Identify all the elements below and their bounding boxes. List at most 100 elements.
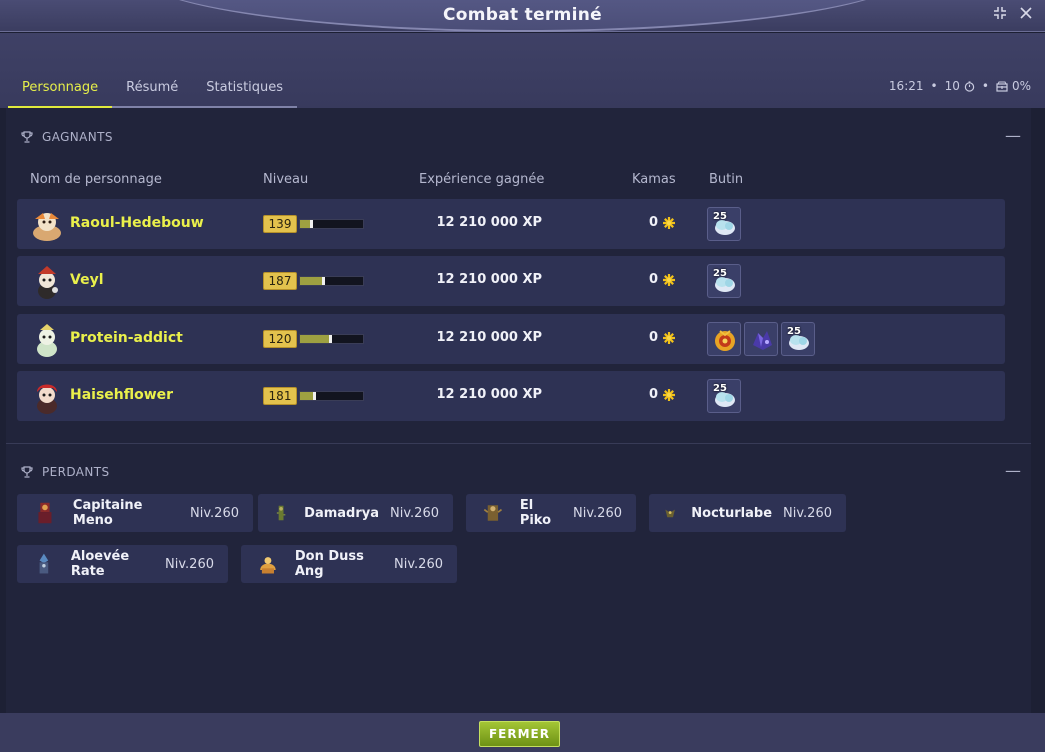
monster-level: Niv.260 <box>390 505 439 521</box>
xp-gained: 12 210 000 XP <box>436 272 543 287</box>
loot-list: 25 <box>707 264 741 298</box>
column-header-loot: Butin <box>709 172 744 187</box>
loser-card[interactable]: Capitaine Meno Niv.260 <box>17 494 253 532</box>
tab-bar: Personnage Résumé Statistiques <box>8 73 298 108</box>
monster-avatar-icon <box>483 505 503 521</box>
level-badge: 139 <box>263 215 297 233</box>
loot-item[interactable]: 25 <box>707 379 741 413</box>
winner-row[interactable]: Haisehflower 181 12 210 000 XP 0 25 <box>17 371 1005 421</box>
monster-name: Nocturlabe <box>691 505 773 521</box>
title-bar: Combat terminé <box>0 0 1045 32</box>
fight-status: 16:21 • 10 • 0% <box>889 79 1031 93</box>
monster-level: Niv.260 <box>190 505 239 521</box>
winner-row[interactable]: Veyl 187 12 210 000 XP 0 25 <box>17 256 1005 306</box>
loot-item[interactable]: 25 <box>781 322 815 356</box>
loser-card[interactable]: Nocturlabe Niv.260 <box>649 494 846 532</box>
kama-icon <box>663 331 676 344</box>
monster-level: Niv.260 <box>783 505 832 521</box>
monster-name: Don Duss Ang <box>294 549 364 579</box>
loot-list: 25 <box>707 322 815 356</box>
loot-quantity: 25 <box>713 268 727 279</box>
level-badge: 187 <box>263 272 297 290</box>
character-avatar-icon <box>37 384 57 414</box>
monster-avatar-icon <box>665 509 675 518</box>
collapse-winners-button[interactable]: — <box>1005 126 1021 145</box>
xp-progress-fill <box>300 220 313 228</box>
column-header-level: Niveau <box>263 172 309 187</box>
monster-avatar-icon <box>38 502 52 524</box>
chest-icon <box>996 81 1008 92</box>
character-name: Raoul-Hedebouw <box>70 215 204 231</box>
column-header-xp: Expérience gagnée <box>419 172 545 187</box>
tab-personnage[interactable]: Personnage <box>8 73 113 108</box>
loot-list: 25 <box>707 379 741 413</box>
loser-card[interactable]: El Piko Niv.260 <box>466 494 636 532</box>
character-avatar-icon <box>38 266 58 299</box>
trophy-icon <box>21 466 33 478</box>
kamas-value: 0 <box>649 330 659 345</box>
monster-name: Capitaine Meno <box>72 498 143 528</box>
tab-statistiques[interactable]: Statistiques <box>192 73 298 108</box>
monster-level: Niv.260 <box>165 556 214 572</box>
winner-row[interactable]: Raoul-Hedebouw 139 12 210 000 XP 0 25 <box>17 199 1005 249</box>
character-name: Veyl <box>70 272 104 288</box>
main-content: GAGNANTS — Nom de personnage Niveau Expé… <box>0 108 1045 713</box>
xp-progress-fill <box>300 277 326 285</box>
close-icon[interactable] <box>1017 6 1035 24</box>
footer: FERMER <box>0 713 1045 752</box>
losers-heading: PERDANTS <box>20 465 110 479</box>
loser-card[interactable]: Don Duss Ang Niv.260 <box>241 545 457 583</box>
winners-heading-label: GAGNANTS <box>42 130 113 144</box>
fight-time: 16:21 <box>888 79 924 93</box>
xp-gained: 12 210 000 XP <box>436 330 543 345</box>
monster-name: El Piko <box>519 498 552 528</box>
kama-icon <box>663 216 676 229</box>
collapse-losers-button[interactable]: — <box>1005 461 1021 480</box>
monster-level: Niv.260 <box>394 556 443 572</box>
character-avatar-icon <box>37 324 57 357</box>
kamas-gained: 0 <box>649 272 676 287</box>
trophy-icon <box>21 131 33 143</box>
loot-item[interactable]: 25 <box>707 264 741 298</box>
winners-heading: GAGNANTS <box>20 130 113 144</box>
monster-avatar-icon <box>260 557 276 574</box>
column-header-kamas: Kamas <box>632 172 676 187</box>
xp-progress-bar <box>299 334 364 344</box>
xp-progress-fill <box>300 335 332 343</box>
close-button[interactable]: FERMER <box>479 721 560 747</box>
loot-item[interactable] <box>707 322 741 356</box>
xp-gained: 12 210 000 XP <box>436 215 543 230</box>
kama-icon <box>663 388 676 401</box>
kamas-value: 0 <box>649 215 659 230</box>
turn-count: 10 <box>944 79 960 93</box>
xp-progress-bar <box>299 391 364 401</box>
kamas-gained: 0 <box>649 330 676 345</box>
xp-progress-bar <box>299 219 364 229</box>
timer-icon <box>964 80 975 92</box>
loser-card[interactable]: Aloevée Rate Niv.260 <box>17 545 228 583</box>
kamas-value: 0 <box>649 387 659 402</box>
separator-dot: • <box>981 79 989 93</box>
results-panel: GAGNANTS — Nom de personnage Niveau Expé… <box>6 108 1031 713</box>
winner-row[interactable]: Protein-addict 120 12 210 000 XP 0 25 <box>17 314 1005 364</box>
column-header-name: Nom de personnage <box>30 172 162 187</box>
kamas-value: 0 <box>649 272 659 287</box>
section-divider <box>6 443 1031 444</box>
level-badge: 120 <box>263 330 297 348</box>
level-badge: 181 <box>263 387 297 405</box>
character-name: Protein-addict <box>70 330 183 346</box>
loot-quantity: 25 <box>787 326 801 337</box>
tab-resume[interactable]: Résumé <box>112 73 193 108</box>
loser-card[interactable]: Damadrya Niv.260 <box>258 494 453 532</box>
kama-icon <box>663 273 676 286</box>
amulet-icon <box>715 330 735 351</box>
xp-progress-fill <box>300 392 316 400</box>
dark-stone-icon <box>753 331 772 350</box>
loot-item[interactable]: 25 <box>707 207 741 241</box>
monster-level: Niv.260 <box>573 505 622 521</box>
loot-item[interactable] <box>744 322 778 356</box>
monster-avatar-icon <box>39 553 49 574</box>
loot-list: 25 <box>707 207 741 241</box>
shrink-icon[interactable] <box>991 6 1009 24</box>
loot-quantity: 25 <box>713 211 727 222</box>
